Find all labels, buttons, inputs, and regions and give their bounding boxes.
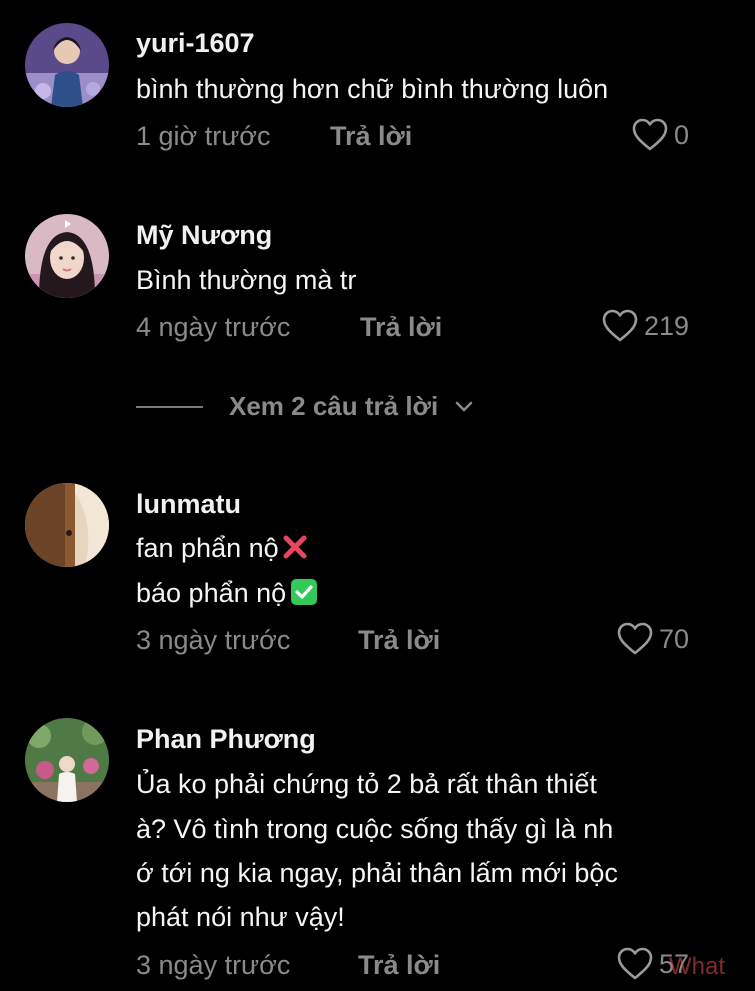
view-replies-label: Xem 2 câu trả lời (229, 391, 439, 421)
comment-text: bình thường hơn chữ bình thường luôn (136, 74, 609, 104)
heart-icon (617, 947, 653, 980)
check-mark-emoji (291, 579, 318, 605)
comment-text: ớ tới ng kia ngay, phải thân lấm mới bộc (136, 858, 618, 888)
username[interactable]: yuri-1607 (136, 28, 255, 59)
comment-text: Ủa ko phải chứng tỏ 2 bả rất thân thiết (136, 769, 597, 799)
reply-button[interactable]: Trả lời (358, 950, 440, 981)
username[interactable]: Phan Phương (136, 724, 316, 755)
comment-text: fan phẩn nộ (136, 533, 309, 564)
like-button[interactable]: 0 (632, 118, 689, 152)
heart-icon (602, 309, 638, 342)
comment-time: 3 ngày trước (136, 950, 291, 980)
heart-icon (617, 622, 653, 655)
avatar[interactable] (25, 23, 109, 107)
comment-time: 4 ngày trước (136, 312, 291, 342)
comment-time: 3 ngày trước (136, 625, 291, 655)
cross-mark-emoji (283, 535, 307, 559)
comment-time: 1 giờ trước (136, 121, 271, 151)
like-count: 0 (673, 119, 689, 150)
avatar[interactable] (25, 214, 109, 298)
username[interactable]: Mỹ Nương (136, 220, 272, 251)
comment-text: à? Vô tình trong cuộc sống thấy gì là nh (136, 814, 614, 844)
watermark: What (668, 953, 725, 980)
comment-text-segment: báo phẩn nộ (136, 578, 287, 608)
chevron-down-icon (455, 401, 473, 411)
like-button[interactable]: 70 (617, 622, 689, 656)
username[interactable]: lunmatu (136, 489, 241, 520)
avatar[interactable] (25, 483, 109, 567)
comment-text: báo phẩn nộ (136, 578, 318, 609)
comment-text: Bình thường mà tr (136, 265, 357, 295)
like-button[interactable]: 219 (602, 309, 689, 343)
reply-button[interactable]: Trả lời (330, 121, 412, 152)
heart-icon (632, 118, 668, 151)
divider-line (136, 405, 203, 408)
comment-text: phát nói như vậy! (136, 902, 345, 932)
avatar[interactable] (25, 718, 109, 802)
like-count: 70 (658, 623, 689, 654)
view-replies-button[interactable]: Xem 2 câu trả lời (136, 391, 474, 422)
like-count: 219 (643, 310, 689, 341)
reply-button[interactable]: Trả lời (358, 625, 440, 656)
reply-button[interactable]: Trả lời (360, 312, 442, 343)
comment-text-segment: fan phẩn nộ (136, 533, 279, 563)
